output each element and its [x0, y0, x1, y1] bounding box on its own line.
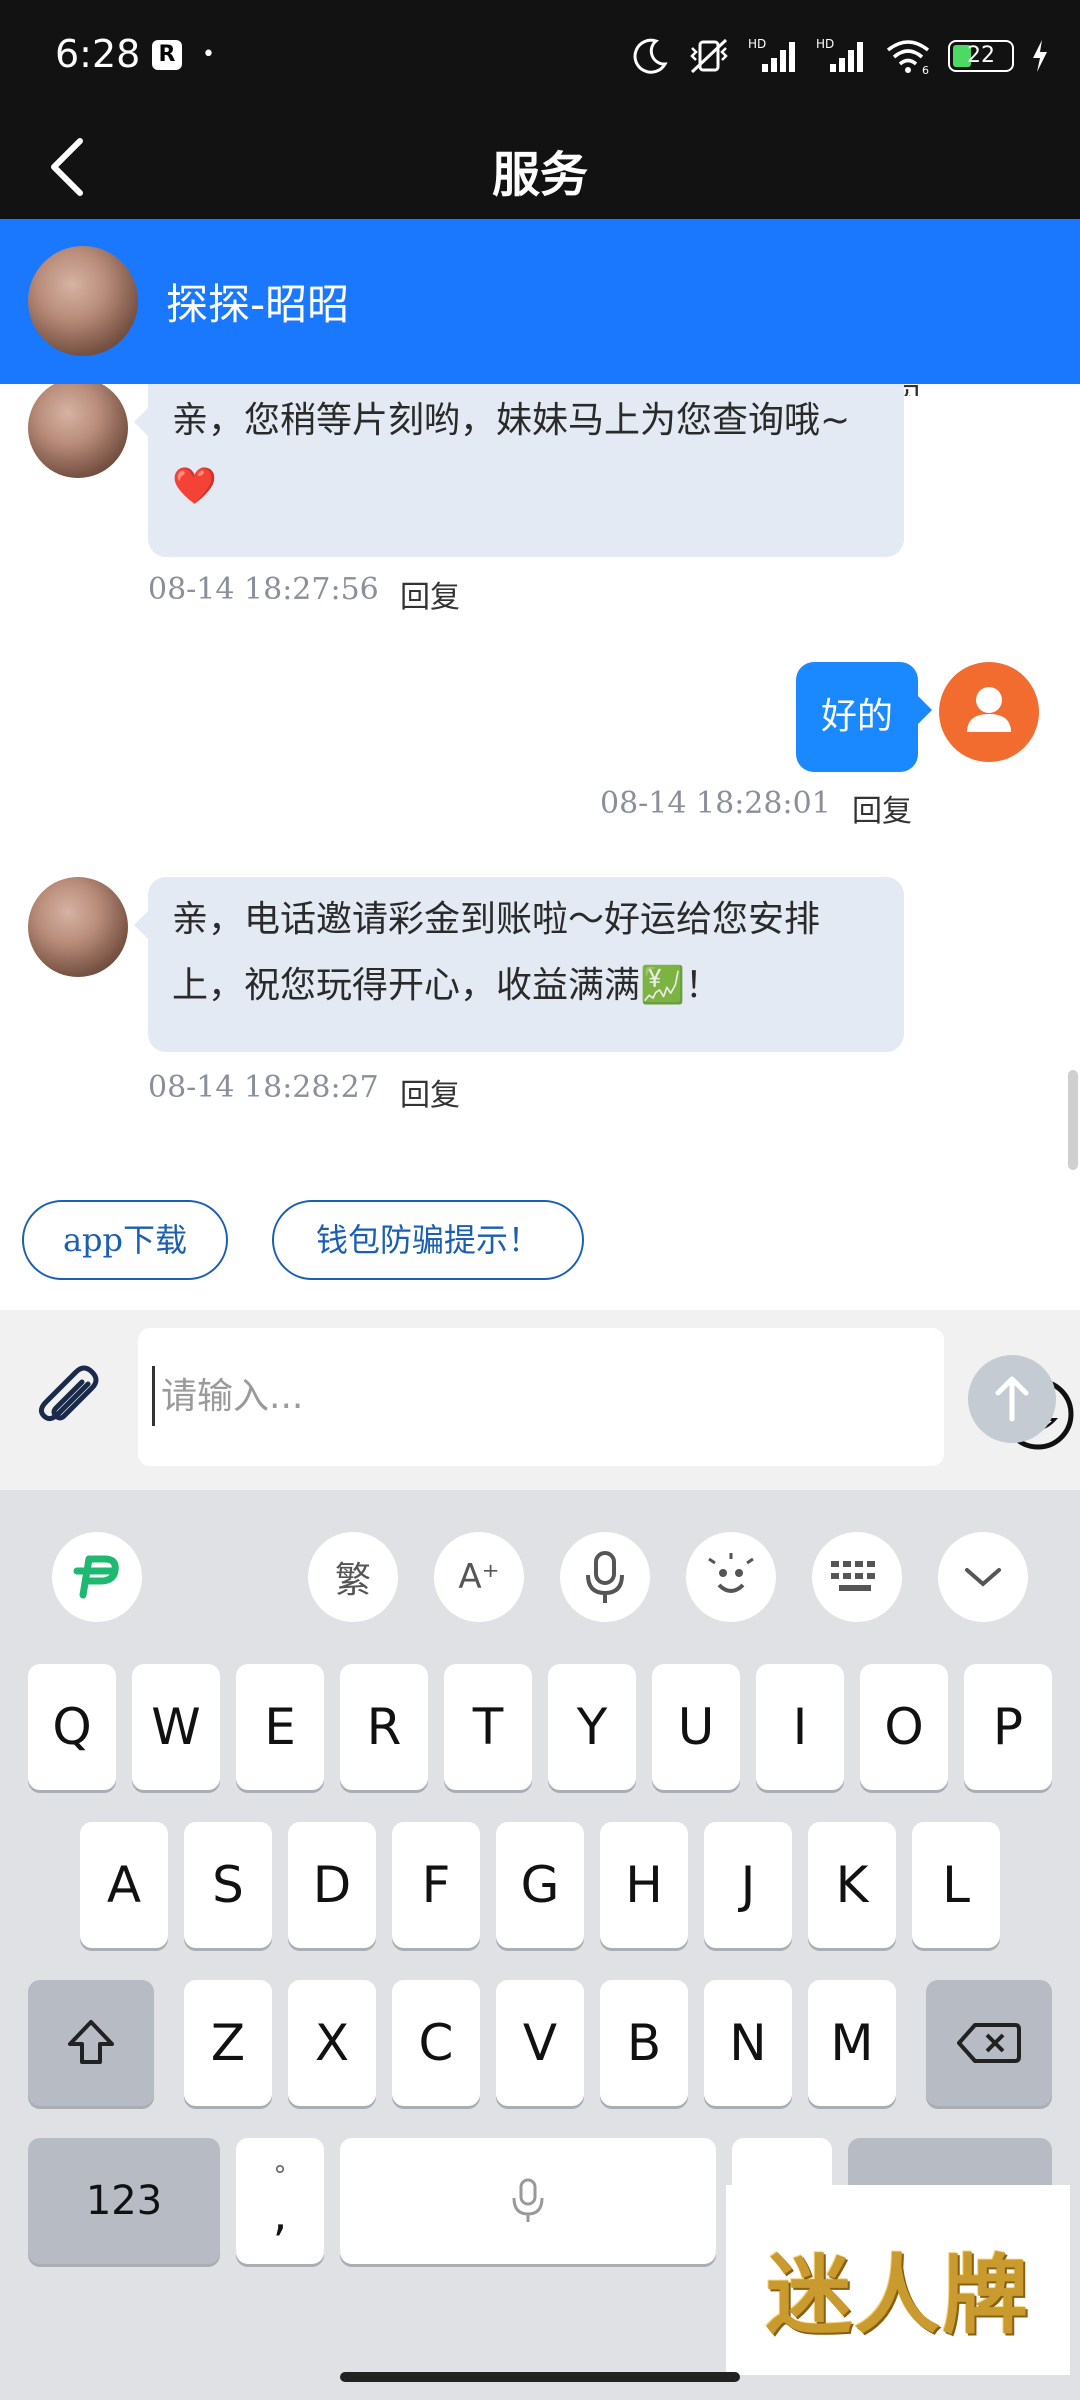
battery-icon: 22	[948, 40, 1014, 72]
key-t[interactable]: T	[444, 1664, 532, 1790]
keyboard-switch-button[interactable]	[812, 1532, 902, 1622]
backspace-icon	[957, 2023, 1021, 2063]
key-z[interactable]: Z	[184, 1980, 272, 2106]
shift-key[interactable]	[28, 1980, 154, 2106]
key-p[interactable]: P	[964, 1664, 1052, 1790]
message-field[interactable]	[138, 1328, 1074, 1466]
user-avatar[interactable]	[939, 662, 1039, 762]
message-timestamp: 08-14 18:27:56	[148, 572, 379, 607]
punct-primary: ,	[272, 2187, 288, 2241]
keyboard-logo-icon[interactable]	[52, 1532, 142, 1622]
key-y[interactable]: Y	[548, 1664, 636, 1790]
wallet-scam-tips-button[interactable]: 钱包防骗提示！	[272, 1200, 584, 1280]
key-b[interactable]: B	[600, 1980, 688, 2106]
mute-vibrate-icon	[690, 38, 728, 74]
key-u[interactable]: U	[652, 1664, 740, 1790]
punctuation-key[interactable]: ° ,	[236, 2138, 324, 2264]
app-download-button[interactable]: app下载	[22, 1200, 228, 1280]
navigation-bar: 服务	[0, 115, 1080, 219]
traditional-chinese-button[interactable]: 繁	[308, 1532, 398, 1622]
reply-link[interactable]: 回复	[400, 1070, 460, 1114]
notification-dot: •	[202, 42, 215, 67]
svg-text:HD: HD	[748, 37, 766, 51]
reply-link[interactable]: 回复	[852, 786, 912, 830]
arrow-up-icon	[995, 1376, 1029, 1422]
agent-header: 探探-昭昭	[0, 219, 1080, 384]
key-r[interactable]: R	[340, 1664, 428, 1790]
backspace-key[interactable]	[926, 1980, 1052, 2106]
chat-bubble-agent: 亲，您稍等片刻哟，妹妹马上为您查询哦~❤️	[134, 384, 904, 557]
chevron-down-icon	[965, 1568, 1001, 1587]
status-bar: 6:28 R • HD HD 6 22	[0, 0, 1080, 115]
svg-text:HD: HD	[816, 37, 834, 51]
microphone-icon	[512, 2178, 544, 2222]
key-v[interactable]: V	[496, 1980, 584, 2106]
chat-area[interactable]: ⚠⚠⚠防骗提示 请注意：波币工作人员以及平台工作人员 亲，您稍等片刻哟，妹妹马上…	[0, 384, 1080, 1170]
person-icon	[967, 687, 1011, 732]
key-j[interactable]: J	[704, 1822, 792, 1948]
key-x[interactable]: X	[288, 1980, 376, 2106]
message-input[interactable]	[152, 1366, 852, 1426]
key-m[interactable]: M	[808, 1980, 896, 2106]
chat-bubble-user: 好的	[796, 662, 932, 772]
watermark-text: 迷人牌	[766, 2245, 1030, 2346]
key-g[interactable]: G	[496, 1822, 584, 1948]
key-d[interactable]: D	[288, 1822, 376, 1948]
punct-secondary: °	[273, 2161, 287, 2191]
key-w[interactable]: W	[132, 1664, 220, 1790]
agent-avatar[interactable]	[28, 877, 128, 977]
message-input-bar	[0, 1310, 1080, 1490]
wifi-icon: 6	[886, 40, 930, 76]
agent-avatar[interactable]	[28, 246, 138, 356]
key-s[interactable]: S	[184, 1822, 272, 1948]
shift-arrow-icon	[68, 2020, 114, 2064]
agent-name: 探探-昭昭	[166, 280, 350, 329]
key-a[interactable]: A	[80, 1822, 168, 1948]
status-time: 6:28	[55, 32, 141, 76]
chat-bubble-agent: 亲，电话邀请彩金到账啦～好运给您安排上，祝您玩得开心，收益满满💹！	[134, 877, 904, 1052]
attachment-icon[interactable]	[30, 1362, 110, 1442]
face-icon	[708, 1553, 754, 1593]
reply-link[interactable]: 回复	[400, 572, 460, 616]
key-q[interactable]: Q	[28, 1664, 116, 1790]
key-k[interactable]: K	[808, 1822, 896, 1948]
key-c[interactable]: C	[392, 1980, 480, 2106]
agent-avatar[interactable]	[28, 384, 128, 478]
numbers-key[interactable]: 123	[28, 2138, 220, 2264]
watermark-logo: 迷人牌	[726, 2185, 1070, 2375]
page-title: 服务	[491, 147, 588, 203]
key-f[interactable]: F	[392, 1822, 480, 1948]
key-o[interactable]: O	[860, 1664, 948, 1790]
hd-signal-icon: HD	[748, 37, 795, 72]
battery-level: 22	[967, 43, 995, 68]
message-timestamp: 08-14 18:28:27	[148, 1070, 379, 1105]
key-h[interactable]: H	[600, 1822, 688, 1948]
svg-text:6: 6	[922, 64, 929, 76]
space-key[interactable]	[340, 2138, 716, 2264]
collapse-keyboard-button[interactable]	[938, 1532, 1028, 1622]
message-timestamp: 08-14 18:28:01	[600, 786, 831, 821]
send-button[interactable]	[968, 1355, 1056, 1443]
emoji-face-button[interactable]	[686, 1532, 776, 1622]
chat-scrollbar[interactable]	[1068, 1070, 1078, 1170]
key-l[interactable]: L	[912, 1822, 1000, 1948]
microphone-icon	[586, 1551, 624, 1603]
charging-bolt-icon	[1033, 40, 1047, 72]
key-n[interactable]: N	[704, 1980, 792, 2106]
moon-icon	[633, 38, 668, 74]
voice-input-button[interactable]	[560, 1532, 650, 1622]
key-i[interactable]: I	[756, 1664, 844, 1790]
status-icons: HD HD 6 22	[630, 30, 1050, 82]
home-indicator[interactable]	[340, 2372, 740, 2382]
ai-writing-button[interactable]: A⁺	[434, 1532, 524, 1622]
key-e[interactable]: E	[236, 1664, 324, 1790]
keyboard-grid-icon	[831, 1561, 875, 1591]
r-app-icon: R	[152, 40, 182, 70]
quick-reply-bar: app下载 钱包防骗提示！	[0, 1170, 1080, 1310]
hd-signal-icon: HD	[816, 37, 863, 72]
